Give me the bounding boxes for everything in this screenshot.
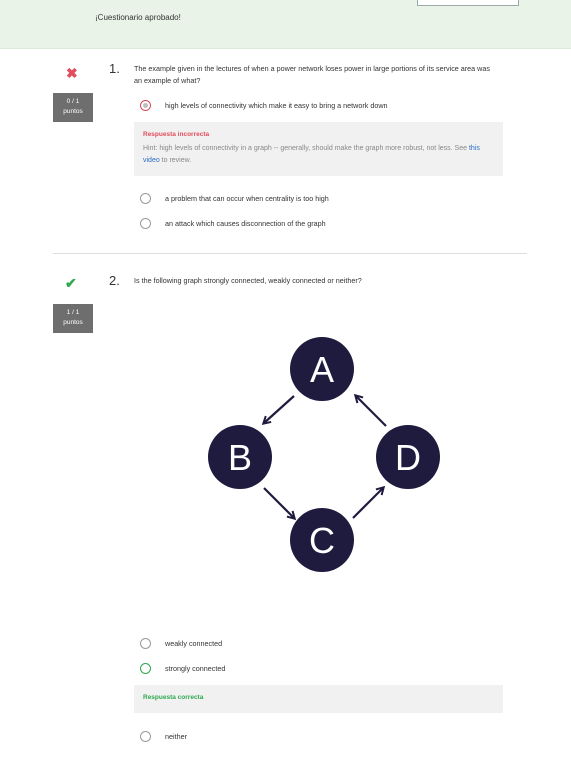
feedback-title: Respuesta incorrecta xyxy=(143,131,210,138)
radio-selected-wrong[interactable] xyxy=(140,100,151,111)
graph-node-a: A xyxy=(290,337,354,401)
score-value: 1 / 1 xyxy=(66,309,80,316)
directed-graph-figure: A B C D xyxy=(208,337,440,572)
radio-button[interactable] xyxy=(140,218,151,229)
edge-b-to-c xyxy=(263,487,294,518)
question-1-text: The example given in the lectures of whe… xyxy=(134,64,490,85)
question-1-feedback: Respuesta incorrecta Hint: high levels o… xyxy=(134,122,503,176)
correct-check-icon: ✔ xyxy=(65,275,77,291)
node-label: D xyxy=(395,437,421,478)
question-1-number: 1. xyxy=(109,61,120,76)
feedback-title: Respuesta correcta xyxy=(143,694,204,701)
score-label: puntos xyxy=(63,108,83,115)
option-label: high levels of connectivity which make i… xyxy=(165,101,388,110)
radio-selected-correct[interactable] xyxy=(140,663,151,674)
option-label: weakly connected xyxy=(165,639,223,648)
option-label: neither xyxy=(165,732,187,741)
graph-node-c: C xyxy=(290,508,354,572)
question-divider xyxy=(53,253,527,254)
hint-text-end: to review. xyxy=(159,157,192,164)
quiz-passed-text: ¡Cuestionario aprobado! xyxy=(95,13,181,22)
incorrect-icon: ✖ xyxy=(66,65,78,81)
question-2-feedback: Respuesta correcta xyxy=(134,685,503,713)
banner-button[interactable] xyxy=(417,0,519,6)
score-label: puntos xyxy=(63,319,83,326)
question-2-number: 2. xyxy=(109,273,120,288)
question-2-text: Is the following graph strongly connecte… xyxy=(134,276,362,285)
edge-d-to-a xyxy=(356,396,387,427)
graph-node-b: B xyxy=(208,425,272,489)
graph-node-d: D xyxy=(376,425,440,489)
option-label: strongly connected xyxy=(165,664,226,673)
score-value: 0 / 1 xyxy=(66,98,80,105)
feedback-hint: Hint: high levels of connectivity in a g… xyxy=(143,143,488,167)
question-1-score-badge: 0 / 1 puntos xyxy=(53,93,93,122)
quiz-result-banner: ¡Cuestionario aprobado! xyxy=(0,0,571,49)
hint-text: Hint: high levels of connectivity in a g… xyxy=(143,145,469,152)
radio-button[interactable] xyxy=(140,638,151,649)
question-2-score-badge: 1 / 1 puntos xyxy=(53,304,93,333)
edge-c-to-d xyxy=(352,488,383,519)
node-label: A xyxy=(310,349,334,390)
radio-button[interactable] xyxy=(140,193,151,204)
node-label: B xyxy=(228,437,252,478)
edge-a-to-b xyxy=(264,395,295,423)
node-label: C xyxy=(309,520,335,561)
option-label: an attack which causes disconnection of … xyxy=(165,219,326,228)
option-label: a problem that can occur when centrality… xyxy=(165,194,329,203)
radio-button[interactable] xyxy=(140,731,151,742)
